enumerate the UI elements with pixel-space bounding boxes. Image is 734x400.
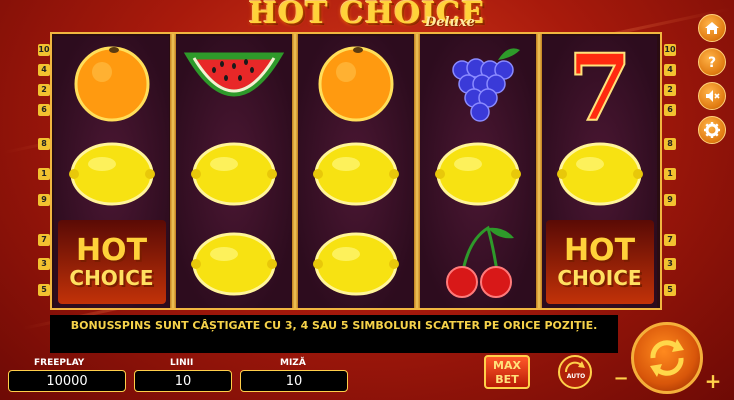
svg-text:?: ?	[708, 55, 716, 70]
reel-4	[420, 36, 535, 308]
cherries-symbol	[420, 217, 535, 307]
left-payline-number: 1	[38, 168, 50, 180]
gear-icon	[704, 122, 720, 138]
bet-label: MIZĂ	[280, 358, 306, 368]
right-payline-number: 6	[664, 104, 676, 116]
lemon-symbol	[542, 127, 657, 217]
left-payline-number: 4	[38, 64, 50, 76]
lemon-icon	[190, 142, 277, 206]
autoplay-icon: AUTO	[564, 361, 586, 380]
spin-button[interactable]	[631, 322, 703, 394]
watermelon-symbol	[176, 37, 291, 127]
reel-1: HOT CHOICE	[54, 36, 169, 308]
right-payline-number: 3	[664, 258, 676, 270]
lemon-icon	[68, 142, 155, 206]
orange-symbol	[54, 37, 169, 127]
right-payline-number: 5	[664, 284, 676, 296]
right-payline-number: 10	[664, 44, 676, 56]
right-payline-number: 2	[664, 84, 676, 96]
hot-choice-logo-line2: CHOICE	[69, 266, 154, 290]
seven-icon: 7	[566, 40, 632, 124]
left-payline-number: 3	[38, 258, 50, 270]
bet-increase-button[interactable]: +	[704, 371, 722, 391]
hot-choice-symbol: HOT CHOICE	[54, 217, 169, 307]
lines-value[interactable]: 10	[134, 370, 232, 392]
help-button[interactable]: ?	[698, 48, 726, 76]
autoplay-label: AUTO	[567, 373, 586, 380]
left-payline-number: 7	[38, 234, 50, 246]
bet-decrease-button[interactable]: −	[612, 370, 630, 388]
spin-icon	[650, 339, 684, 377]
home-button[interactable]	[698, 14, 726, 42]
lemon-symbol	[54, 127, 169, 217]
help-icon: ?	[708, 55, 716, 70]
autoplay-button[interactable]: AUTO	[558, 355, 592, 389]
lemon-icon	[312, 232, 399, 296]
hot-choice-symbol: HOT CHOICE	[542, 217, 657, 307]
watermelon-icon	[183, 52, 284, 97]
sound-button[interactable]	[698, 82, 726, 110]
sound-off-icon	[706, 90, 720, 102]
right-payline-number: 7	[664, 234, 676, 246]
freeplay-label: FREEPLAY	[34, 358, 85, 368]
right-payline-number: 9	[664, 194, 676, 206]
reels-area: HOT CHOICE 7 HOT CHOICE	[50, 32, 662, 310]
lines-label: LINII	[170, 358, 194, 368]
settings-button[interactable]	[698, 116, 726, 144]
right-payline-number: 1	[664, 168, 676, 180]
info-message: BONUSSPINS SUNT CÂȘTIGATE CU 3, 4 SAU 5 …	[50, 315, 618, 353]
orange-icon	[318, 46, 393, 122]
left-payline-number: 10	[38, 44, 50, 56]
cherries-icon	[445, 225, 514, 298]
max-bet-button[interactable]: MAX BET	[484, 355, 530, 389]
lemon-symbol	[298, 217, 413, 307]
game-subtitle: Deluxe	[425, 15, 475, 30]
max-bet-label-line2: BET	[495, 373, 519, 386]
hot-choice-logo-line2: CHOICE	[557, 266, 642, 290]
right-payline-number: 4	[664, 64, 676, 76]
orange-icon	[74, 46, 149, 122]
lemon-icon	[190, 232, 277, 296]
reel-2	[176, 36, 291, 308]
lemon-symbol	[420, 127, 535, 217]
seven-symbol: 7	[542, 37, 657, 127]
left-payline-number: 9	[38, 194, 50, 206]
left-payline-number: 6	[38, 104, 50, 116]
grapes-symbol	[420, 37, 535, 127]
home-icon	[705, 22, 719, 34]
orange-symbol	[298, 37, 413, 127]
hot-choice-logo-line1: HOT	[75, 233, 148, 268]
hot-choice-logo-line1: HOT	[563, 233, 636, 268]
right-payline-number: 8	[664, 138, 676, 150]
lemon-icon	[556, 142, 643, 206]
lemon-symbol	[176, 217, 291, 307]
left-payline-number: 8	[38, 138, 50, 150]
max-bet-label-line1: MAX	[493, 359, 521, 372]
reel-5: 7 HOT CHOICE	[542, 36, 657, 308]
freeplay-value: 10000	[8, 370, 126, 392]
svg-text:7: 7	[567, 40, 631, 124]
bet-value[interactable]: 10	[240, 370, 348, 392]
lemon-icon	[434, 142, 521, 206]
grapes-icon	[451, 48, 520, 122]
lemon-icon	[312, 142, 399, 206]
reel-3	[298, 36, 413, 308]
lemon-symbol	[176, 127, 291, 217]
left-payline-number: 5	[38, 284, 50, 296]
lemon-symbol	[298, 127, 413, 217]
left-payline-number: 2	[38, 84, 50, 96]
